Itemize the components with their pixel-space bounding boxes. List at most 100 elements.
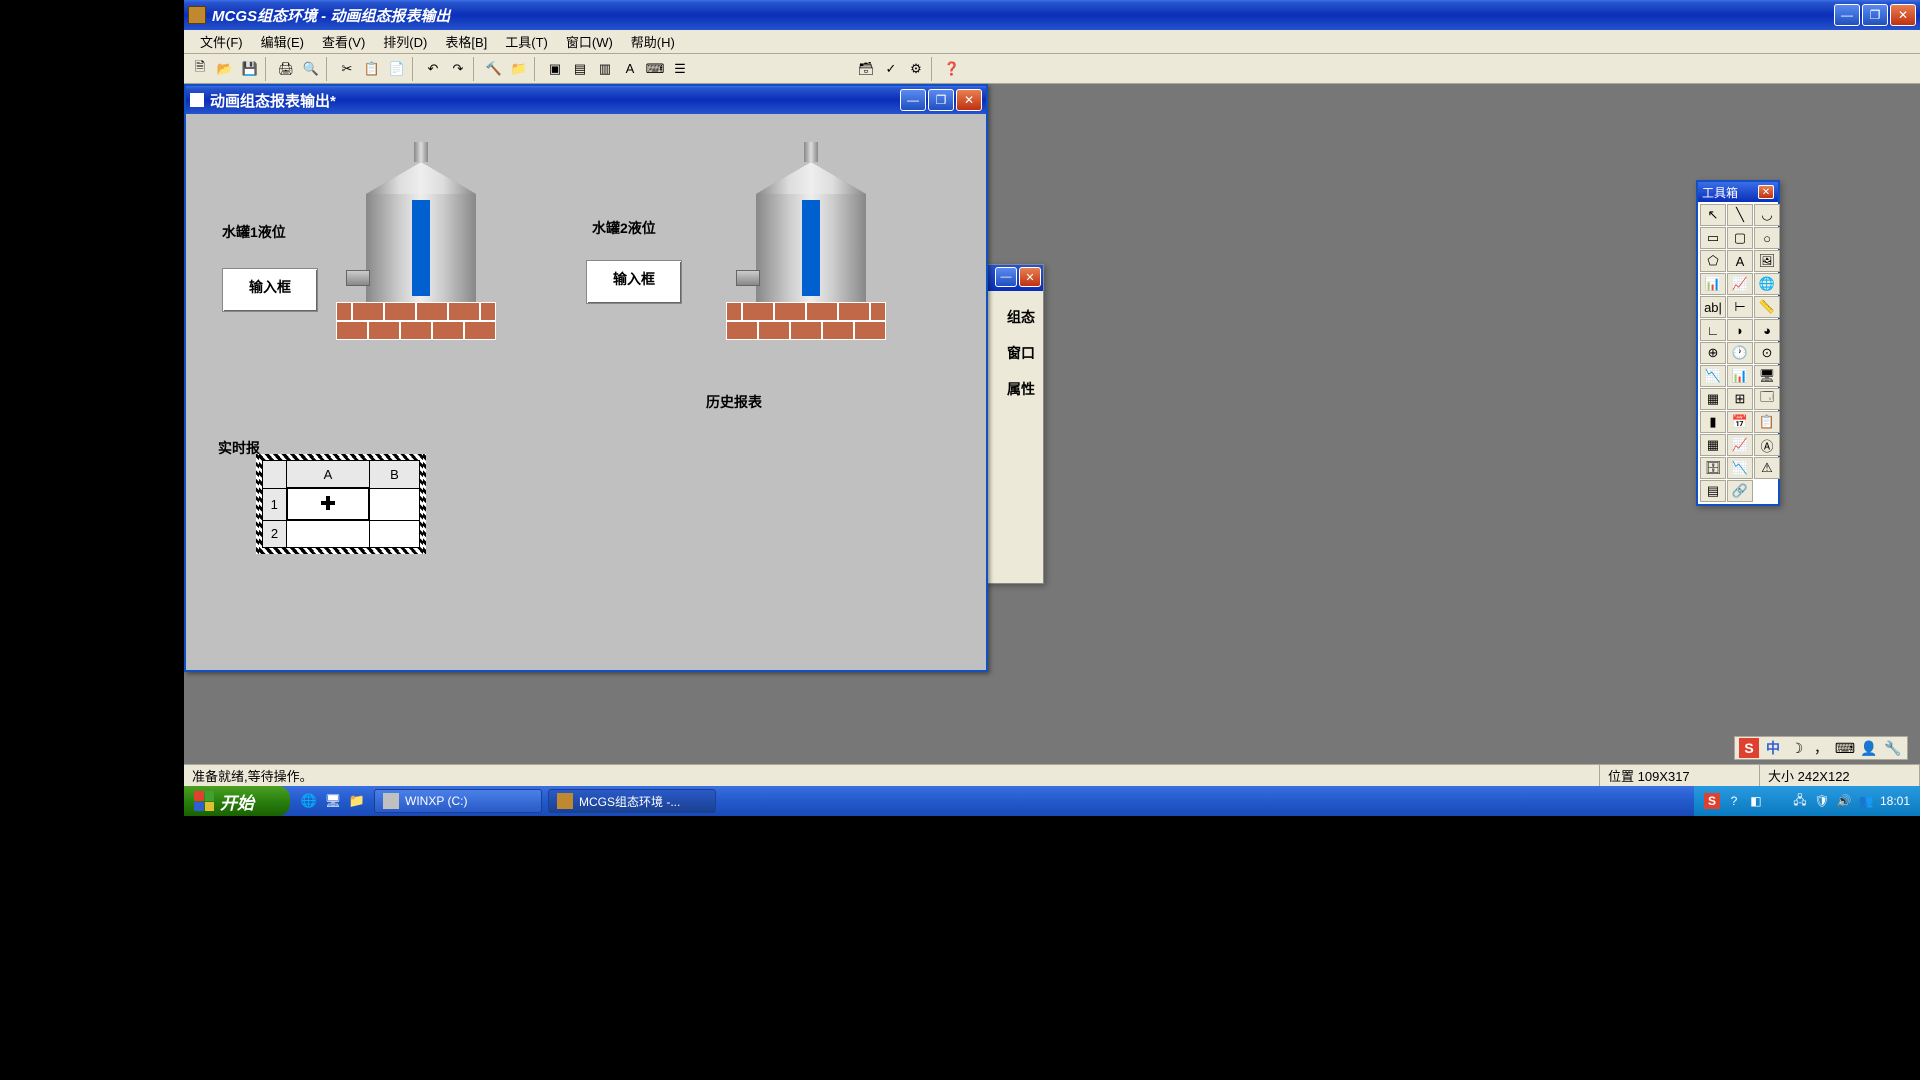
new-icon[interactable]: 🗎 [188, 57, 212, 81]
folder-icon[interactable]: 📁 [507, 57, 531, 81]
alarm-tool-icon[interactable]: ⚠ [1754, 457, 1780, 479]
open-icon[interactable]: 📂 [213, 57, 237, 81]
realtime-tool-icon[interactable]: 📈 [1727, 434, 1753, 456]
child-maximize-button[interactable]: ❐ [928, 89, 954, 111]
close-button[interactable]: ✕ [1890, 4, 1916, 26]
switch-tool-icon[interactable]: ⊙ [1754, 342, 1780, 364]
clock[interactable]: 18:01 [1880, 794, 1910, 808]
settings-icon[interactable]: ⚙ [904, 57, 928, 81]
ie-icon[interactable]: 🌐 [298, 790, 320, 812]
image-tool-icon[interactable]: 🖼 [1754, 250, 1780, 272]
window-tool-icon[interactable]: 🗔 [1754, 388, 1780, 410]
tray-app-icon[interactable]: ◧ [1748, 793, 1764, 809]
display-tool-icon[interactable]: 🖥 [1754, 365, 1780, 387]
cell-b1[interactable] [369, 488, 419, 520]
cell-a1[interactable] [287, 488, 370, 520]
textbox-tool-icon[interactable]: ab| [1700, 296, 1726, 318]
pointer-tool-icon[interactable]: ↖ [1700, 204, 1726, 226]
tray-shield-icon[interactable]: 🛡 [1814, 793, 1830, 809]
design-canvas[interactable]: 水罐1液位 输入框 [186, 114, 986, 670]
menu-tools[interactable]: 工具(T) [497, 30, 556, 53]
window3-icon[interactable]: ▥ [593, 57, 617, 81]
moon-icon[interactable]: ☽ [1787, 738, 1807, 758]
save-icon[interactable]: 💾 [238, 57, 262, 81]
gauge-tool-icon[interactable]: ⊕ [1700, 342, 1726, 364]
table-tool-icon[interactable]: ⊞ [1727, 388, 1753, 410]
punct-icon[interactable]: ， [1811, 738, 1831, 758]
semicircle-tool-icon[interactable]: ◗ [1727, 319, 1753, 341]
column-header-b[interactable]: B [369, 461, 419, 489]
angle-tool-icon[interactable]: ∟ [1700, 319, 1726, 341]
alpha-tool-icon[interactable]: Ⓐ [1754, 434, 1780, 456]
cell-a2[interactable] [287, 520, 370, 547]
dock-item-property[interactable]: 属性 [989, 379, 1039, 399]
maximize-button[interactable]: ❐ [1862, 4, 1888, 26]
column-header-a[interactable]: A [287, 461, 370, 489]
scale-tool-icon[interactable]: 📏 [1754, 296, 1780, 318]
keyboard-icon[interactable]: ⌨ [643, 57, 667, 81]
tank-1[interactable] [356, 142, 486, 340]
toolbox-close-button[interactable]: ✕ [1758, 185, 1774, 199]
dock-close-button[interactable]: ✕ [1019, 267, 1041, 287]
help-icon[interactable]: ❓ [940, 57, 964, 81]
menu-edit[interactable]: 编辑(E) [253, 30, 312, 53]
list-icon[interactable]: ☰ [668, 57, 692, 81]
polygon-tool-icon[interactable]: ⬠ [1700, 250, 1726, 272]
chart1-tool-icon[interactable]: 📉 [1700, 365, 1726, 387]
print-icon[interactable]: 🖨 [274, 57, 298, 81]
dock-minimize-button[interactable]: — [995, 267, 1017, 287]
desktop-icon[interactable]: 🖥 [322, 790, 344, 812]
redo-icon[interactable]: ↷ [446, 57, 470, 81]
start-button[interactable]: 开始 [184, 786, 290, 816]
trend2-tool-icon[interactable]: 📉 [1727, 457, 1753, 479]
barcode-tool-icon[interactable]: ▮ [1700, 411, 1726, 433]
pie-tool-icon[interactable]: ◕ [1754, 319, 1780, 341]
ime-zhong-icon[interactable]: 中 [1763, 738, 1783, 758]
row-header-1[interactable]: 1 [263, 488, 287, 520]
tray-volume-icon[interactable]: 🔊 [1836, 793, 1852, 809]
bind-tool-icon[interactable]: 🔗 [1727, 480, 1753, 502]
row-header-2[interactable]: 2 [263, 520, 287, 547]
dock-item-window[interactable]: 窗口 [989, 343, 1039, 363]
roundrect-tool-icon[interactable]: ▢ [1727, 227, 1753, 249]
task-winxp-drive[interactable]: WINXP (C:) [374, 789, 542, 813]
window1-icon[interactable]: ▣ [543, 57, 567, 81]
line-tool-icon[interactable]: ╲ [1727, 204, 1753, 226]
menu-table[interactable]: 表格[B] [437, 30, 495, 53]
ime-s-icon[interactable]: S [1739, 738, 1759, 758]
component3-icon[interactable]: 🌐 [1754, 273, 1780, 295]
font-icon[interactable]: A [618, 57, 642, 81]
menu-view[interactable]: 查看(V) [314, 30, 373, 53]
report-grid[interactable]: A B 1 2 [256, 454, 426, 554]
task-mcgs[interactable]: MCGS组态环境 -... [548, 789, 716, 813]
wrench-icon[interactable]: 🔧 [1883, 738, 1903, 758]
ruler-tool-icon[interactable]: ⊢ [1727, 296, 1753, 318]
cell-b2[interactable] [369, 520, 419, 547]
user-icon[interactable]: 👤 [1859, 738, 1879, 758]
text-tool-icon[interactable]: A [1727, 250, 1753, 272]
keyboard2-icon[interactable]: ⌨ [1835, 738, 1855, 758]
menu-help[interactable]: 帮助(H) [623, 30, 683, 53]
arc-tool-icon[interactable]: ◡ [1754, 204, 1780, 226]
chart2-tool-icon[interactable]: 📊 [1727, 365, 1753, 387]
paste-icon[interactable]: 📄 [385, 57, 409, 81]
rect-tool-icon[interactable]: ▭ [1700, 227, 1726, 249]
report-table[interactable]: A B 1 2 [262, 460, 420, 548]
tray-msn-icon[interactable]: 👥 [1858, 793, 1874, 809]
component2-icon[interactable]: 📈 [1727, 273, 1753, 295]
tray-network-icon[interactable]: 🖧 [1792, 793, 1808, 809]
tank-2[interactable] [746, 142, 876, 340]
toolbox-panel[interactable]: 工具箱 ✕ ↖ ╲ ◡ ▭ ▢ ○ ⬠ A 🖼 📊 📈 🌐 ab| ⊢ 📏 ∟ … [1696, 180, 1780, 506]
grid2-tool-icon[interactable]: ▤ [1700, 480, 1726, 502]
cut-icon[interactable]: ✂ [335, 57, 359, 81]
menu-arrange[interactable]: 排列(D) [375, 30, 435, 53]
window2-icon[interactable]: ▤ [568, 57, 592, 81]
grid-tool-icon[interactable]: ▦ [1700, 388, 1726, 410]
check-icon[interactable]: ✓ [879, 57, 903, 81]
table-corner[interactable] [263, 461, 287, 489]
clock-tool-icon[interactable]: 🕐 [1727, 342, 1753, 364]
hammer-icon[interactable]: 🔨 [482, 57, 506, 81]
db-icon[interactable]: 🗃 [854, 57, 878, 81]
copy-icon[interactable]: 📋 [360, 57, 384, 81]
child-minimize-button[interactable]: — [900, 89, 926, 111]
